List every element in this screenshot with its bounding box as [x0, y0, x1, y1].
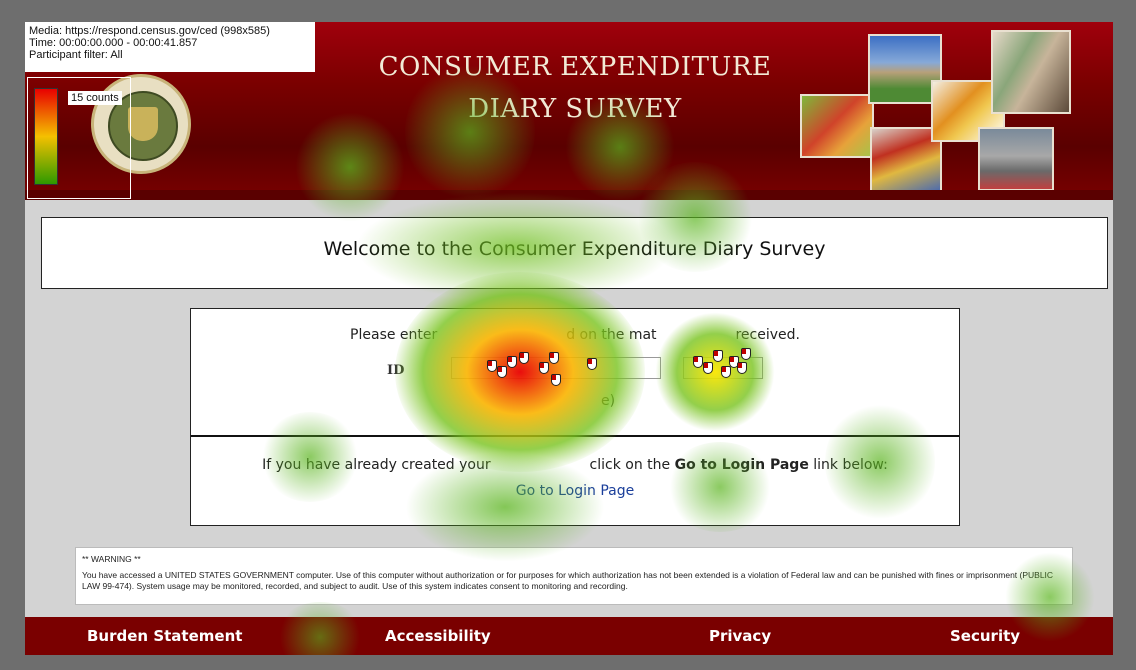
- existing-text-bold: Go to Login Page: [674, 457, 809, 473]
- instructions-part-1: Please enter: [350, 327, 438, 343]
- welcome-banner: Welcome to the Consumer Expenditure Diar…: [41, 217, 1108, 289]
- id-input-field-2[interactable]: [683, 357, 763, 379]
- id-label: ID: [387, 363, 405, 378]
- heatmap-count-label: 15 counts: [68, 91, 122, 105]
- warning-heading: ** WARNING **: [82, 554, 141, 564]
- title-line-1: CONSUMER EXPENDITURE: [378, 52, 772, 82]
- site-header: CONSUMER EXPENDITURE DIARY SURVEY Media:…: [25, 22, 1113, 200]
- existing-account-text: If you have already created your click o…: [191, 457, 959, 473]
- instructions-part-2: d on the mat: [566, 327, 657, 343]
- seal-shield-icon: [128, 107, 158, 141]
- heatmap-info-box: Media: https://respond.census.gov/ced (9…: [25, 22, 315, 72]
- participant-label: Participant filter: All: [29, 49, 123, 61]
- site-footer: Burden Statement Accessibility Privacy S…: [25, 617, 1113, 655]
- header-band: [25, 190, 1113, 200]
- photo-money: [991, 30, 1071, 114]
- site-title: CONSUMER EXPENDITURE DIARY SURVEY: [325, 46, 825, 130]
- existing-text-3: link below:: [813, 457, 888, 473]
- warning-notice: ** WARNING ** You have accessed a UNITED…: [75, 547, 1073, 605]
- media-label: Media: https://respond.census.gov/ced (9…: [29, 25, 270, 37]
- title-line-2: DIARY SURVEY: [468, 94, 682, 124]
- instructions-part-3: received.: [735, 327, 800, 343]
- privacy-link[interactable]: Privacy: [709, 627, 771, 645]
- accessibility-link[interactable]: Accessibility: [385, 627, 491, 645]
- id-input-field[interactable]: [451, 357, 661, 379]
- security-link[interactable]: Security: [950, 627, 1020, 645]
- burden-statement-link[interactable]: Burden Statement: [87, 627, 242, 645]
- go-to-login-link[interactable]: Go to Login Page: [191, 483, 959, 499]
- welcome-text: Welcome to the Consumer Expenditure Diar…: [323, 238, 826, 260]
- heatmap-legend: 15 counts: [27, 77, 131, 199]
- existing-text-1: If you have already created your: [262, 457, 491, 473]
- id-entry-section: Please enter d on the mat received. ID e…: [191, 309, 959, 437]
- photo-produce: [800, 94, 874, 158]
- heatmap-scale-bar: [34, 88, 58, 185]
- warning-body: You have accessed a UNITED STATES GOVERN…: [82, 570, 1054, 591]
- existing-text-2: click on the: [589, 457, 671, 473]
- time-label: Time: 00:00:00.000 - 00:00:41.857: [29, 37, 198, 49]
- browser-page: CONSUMER EXPENDITURE DIARY SURVEY Media:…: [25, 22, 1113, 655]
- login-panel: Please enter d on the mat received. ID e…: [190, 308, 960, 526]
- id-instructions: Please enter d on the mat received.: [191, 327, 959, 343]
- photo-traffic: [978, 127, 1054, 191]
- id-note: e): [601, 393, 616, 409]
